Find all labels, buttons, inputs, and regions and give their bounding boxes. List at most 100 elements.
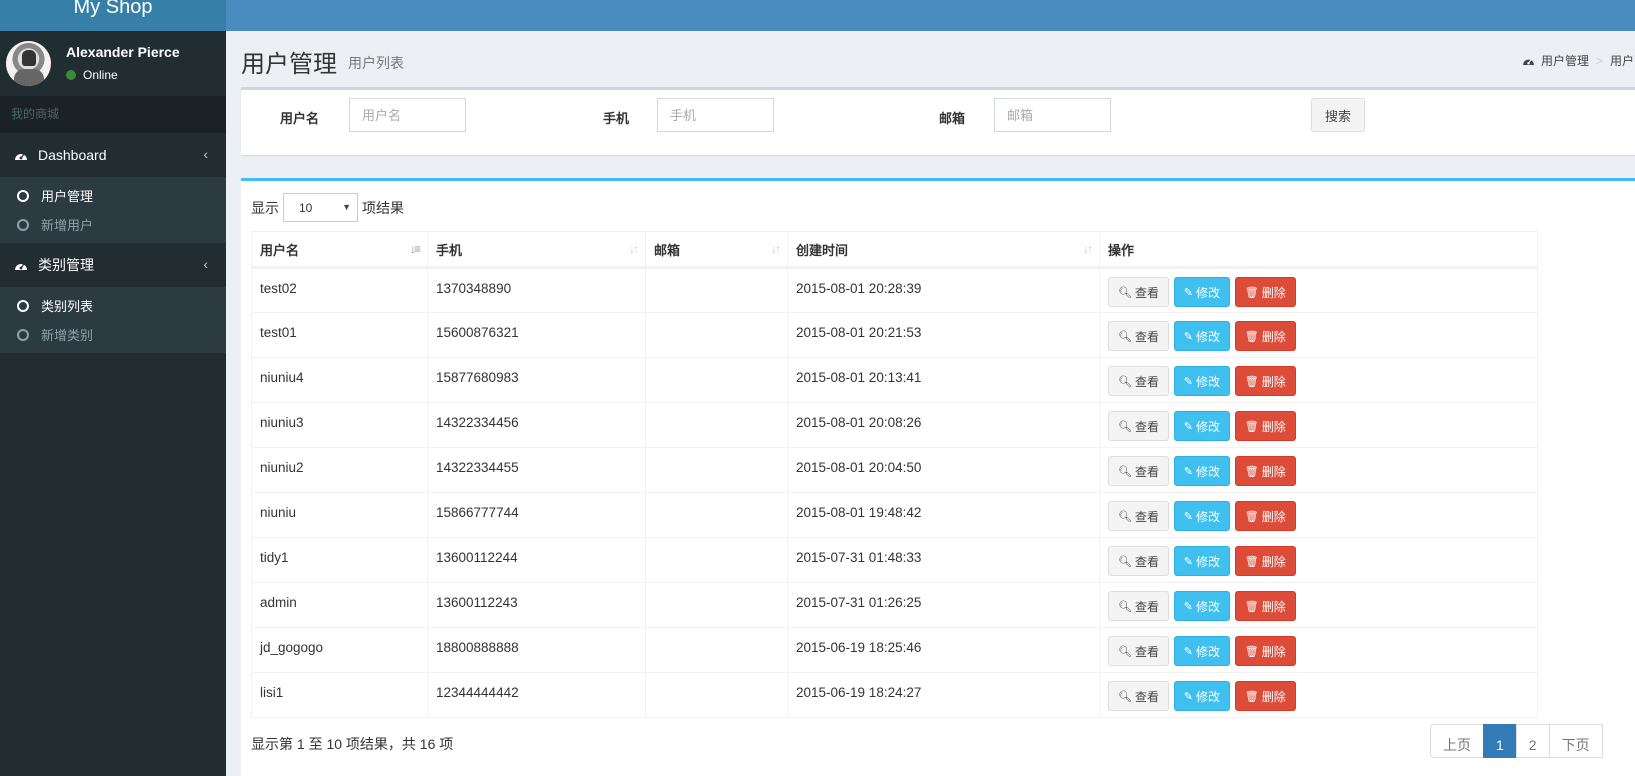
phone-input[interactable] — [657, 98, 774, 132]
delete-button[interactable]: 🗑︎ 删除 — [1234, 321, 1296, 351]
edit-button[interactable]: ✎ 修改 — [1173, 501, 1230, 531]
edit-button[interactable]: ✎ 修改 — [1173, 411, 1230, 441]
delete-button[interactable]: 🗑︎ 删除 — [1234, 277, 1296, 307]
view-label: 查看 — [1134, 509, 1159, 524]
breadcrumb-item[interactable]: 用户管理 — [1541, 52, 1589, 69]
sidebar-item-label: 新增用户 — [41, 218, 94, 233]
view-button[interactable]: 🔍︎ 查看 — [1108, 411, 1169, 441]
cell-created: 2015-08-01 20:08:26 — [787, 402, 1100, 448]
search-icon: 🔍︎ — [1118, 420, 1132, 433]
edit-button[interactable]: ✎ 修改 — [1173, 546, 1230, 576]
table-row: niuniu2 14322334455 2015-08-01 20:04:50 … — [251, 447, 1538, 493]
sidebar-group-label: Dashboard — [38, 147, 107, 163]
edit-label: 修改 — [1195, 419, 1220, 434]
view-button[interactable]: 🔍︎ 查看 — [1108, 456, 1169, 486]
pagination-next[interactable]: 下页 — [1548, 724, 1603, 758]
sidebar-item-category-list[interactable]: 类别列表 — [0, 291, 226, 320]
search-icon: 🔍︎ — [1118, 375, 1132, 388]
page-length-control: 显示 10 ▼ 项结果 — [251, 193, 404, 222]
page-length-select[interactable]: 10 ▼ — [283, 193, 358, 222]
pagination: 上页 1 2 下页 — [1430, 724, 1603, 758]
search-icon: 🔍︎ — [1118, 600, 1132, 613]
search-icon: 🔍︎ — [1118, 286, 1132, 299]
sort-asc-icon: ↓≡ — [409, 242, 421, 256]
edit-button[interactable]: ✎ 修改 — [1173, 456, 1230, 486]
trash-icon: 🗑︎ — [1244, 555, 1259, 568]
status-text: Online — [83, 68, 118, 82]
cell-email — [645, 672, 788, 718]
cell-phone: 1370348890 — [427, 267, 646, 313]
user-status: Online — [66, 68, 118, 82]
delete-button[interactable]: 🗑︎ 删除 — [1234, 501, 1296, 531]
edit-label: 修改 — [1195, 554, 1220, 569]
email-input[interactable] — [994, 98, 1111, 132]
sidebar-group-category[interactable]: 类别管理 ‹ — [0, 243, 226, 287]
cell-username: test02 — [251, 267, 428, 313]
delete-button[interactable]: 🗑︎ 删除 — [1234, 591, 1296, 621]
search-button[interactable]: 搜索 — [1311, 98, 1365, 132]
table-row: test02 1370348890 2015-08-01 20:28:39 🔍︎… — [251, 267, 1538, 313]
view-button[interactable]: 🔍︎ 查看 — [1108, 321, 1169, 351]
delete-button[interactable]: 🗑︎ 删除 — [1234, 411, 1296, 441]
edit-icon: ✎ — [1183, 510, 1193, 523]
delete-button[interactable]: 🗑︎ 删除 — [1234, 681, 1296, 711]
sidebar-item-add-user[interactable]: 新增用户 — [0, 210, 226, 239]
edit-button[interactable]: ✎ 修改 — [1173, 321, 1230, 351]
page-title: 用户管理 — [241, 51, 337, 78]
delete-button[interactable]: 🗑︎ 删除 — [1234, 546, 1296, 576]
pagination-page-1[interactable]: 1 — [1483, 724, 1517, 758]
table-row: admin 13600112243 2015-07-31 01:26:25 🔍︎… — [251, 582, 1538, 628]
app-logo[interactable]: My Shop — [0, 0, 226, 31]
sidebar-item-label: 类别列表 — [41, 299, 94, 314]
view-button[interactable]: 🔍︎ 查看 — [1108, 501, 1169, 531]
cell-username: lisi1 — [251, 672, 428, 718]
avatar — [6, 41, 51, 86]
submenu-dashboard: 用户管理 新增用户 — [0, 177, 226, 243]
edit-button[interactable]: ✎ 修改 — [1173, 681, 1230, 711]
edit-icon: ✎ — [1183, 330, 1193, 343]
view-button[interactable]: 🔍︎ 查看 — [1108, 277, 1169, 307]
edit-icon: ✎ — [1183, 600, 1193, 613]
delete-button[interactable]: 🗑︎ 删除 — [1234, 366, 1296, 396]
trash-icon: 🗑︎ — [1244, 330, 1259, 343]
sidebar-group-dashboard[interactable]: Dashboard ‹ — [0, 133, 226, 177]
view-button[interactable]: 🔍︎ 查看 — [1108, 591, 1169, 621]
view-button[interactable]: 🔍︎ 查看 — [1108, 546, 1169, 576]
edit-button[interactable]: ✎ 修改 — [1173, 277, 1230, 307]
edit-label: 修改 — [1195, 285, 1220, 300]
edit-icon: ✎ — [1183, 465, 1193, 478]
username-input[interactable] — [349, 98, 466, 132]
pagination-prev[interactable]: 上页 — [1430, 724, 1484, 758]
column-header-username[interactable]: 用户名 ↓≡ — [251, 231, 428, 269]
main-content: 用户管理 用户列表 用户管理 > 用户列表 用户名 手机 邮箱 搜索 显示 10… — [226, 31, 1635, 776]
edit-button[interactable]: ✎ 修改 — [1173, 366, 1230, 396]
edit-button[interactable]: ✎ 修改 — [1173, 636, 1230, 666]
search-icon: 🔍︎ — [1118, 690, 1132, 703]
delete-label: 删除 — [1261, 464, 1286, 479]
top-navbar — [226, 0, 1635, 31]
search-icon: 🔍︎ — [1118, 645, 1132, 658]
user-panel: Alexander Pierce Online — [0, 31, 226, 96]
sidebar-item-user-management[interactable]: 用户管理 — [0, 181, 226, 210]
pagination-page-2[interactable]: 2 — [1515, 724, 1550, 758]
column-header-phone[interactable]: 手机 ↓↑ — [427, 231, 646, 269]
view-label: 查看 — [1134, 374, 1159, 389]
delete-button[interactable]: 🗑︎ 删除 — [1234, 636, 1296, 666]
view-button[interactable]: 🔍︎ 查看 — [1108, 366, 1169, 396]
search-icon: 🔍︎ — [1118, 465, 1132, 478]
delete-label: 删除 — [1261, 689, 1286, 704]
view-button[interactable]: 🔍︎ 查看 — [1108, 636, 1169, 666]
cell-email — [645, 627, 788, 673]
view-label: 查看 — [1134, 329, 1159, 344]
column-header-email[interactable]: 邮箱 ↓↑ — [645, 231, 788, 269]
column-header-created[interactable]: 创建时间 ↓↑ — [787, 231, 1100, 269]
view-button[interactable]: 🔍︎ 查看 — [1108, 681, 1169, 711]
delete-button[interactable]: 🗑︎ 删除 — [1234, 456, 1296, 486]
chevron-left-icon: ‹ — [203, 256, 208, 272]
edit-button[interactable]: ✎ 修改 — [1173, 591, 1230, 621]
cell-phone: 18800888888 — [427, 627, 646, 673]
sidebar-item-add-category[interactable]: 新增类别 — [0, 320, 226, 349]
cell-created: 2015-08-01 20:21:53 — [787, 312, 1100, 358]
trash-icon: 🗑︎ — [1244, 286, 1259, 299]
trash-icon: 🗑︎ — [1244, 420, 1259, 433]
